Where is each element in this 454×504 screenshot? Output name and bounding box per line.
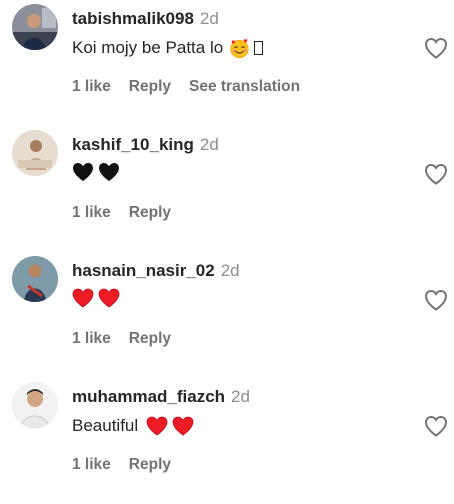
- comment-header: hasnain_nasir_02 2d: [72, 260, 240, 282]
- username[interactable]: tabishmalik098: [72, 9, 194, 28]
- likes-count[interactable]: 1 like: [72, 456, 111, 473]
- comment-actions: 1 like Reply See translation: [72, 77, 318, 97]
- heart-outline-icon[interactable]: [424, 415, 448, 437]
- red-heart-icon: [98, 288, 120, 308]
- reply-button[interactable]: Reply: [129, 78, 171, 95]
- comment-header: kashif_10_king 2d: [72, 134, 219, 156]
- timestamp: 2d: [199, 9, 219, 28]
- username[interactable]: kashif_10_king: [72, 135, 194, 154]
- avatar[interactable]: [12, 382, 58, 428]
- reply-button[interactable]: Reply: [129, 456, 171, 473]
- avatar[interactable]: [12, 130, 58, 176]
- red-heart-icon: [72, 288, 94, 308]
- comment-item: muhammad_fiazch 2d Beautiful 1 like Reply: [0, 378, 454, 504]
- comment-item: kashif_10_king 2d 1 like Reply: [0, 126, 454, 252]
- comment-header: tabishmalik098 2d: [72, 8, 219, 30]
- unsupported-glyph: [254, 41, 264, 55]
- avatar[interactable]: [12, 256, 58, 302]
- heart-outline-icon[interactable]: [424, 163, 448, 185]
- black-heart-icon: [73, 163, 93, 181]
- comment-body: Beautiful: [72, 416, 139, 435]
- smiling-face-with-hearts-icon: [230, 38, 249, 58]
- comment-text: [72, 162, 124, 182]
- red-heart-icon: [146, 416, 168, 436]
- comment-text: Beautiful: [72, 414, 198, 438]
- timestamp: 2d: [199, 135, 219, 154]
- comment-body: Koi mojy be Patta lo: [72, 38, 224, 57]
- reply-button[interactable]: Reply: [129, 204, 171, 221]
- likes-count[interactable]: 1 like: [72, 78, 111, 95]
- reply-button[interactable]: Reply: [129, 330, 171, 347]
- heart-outline-icon[interactable]: [424, 37, 448, 59]
- comment-actions: 1 like Reply: [72, 329, 189, 349]
- comment-actions: 1 like Reply: [72, 203, 189, 223]
- comment-item: tabishmalik098 2d Koi mojy be Patta lo 1 …: [0, 0, 454, 126]
- comment-header: muhammad_fiazch 2d: [72, 386, 250, 408]
- username[interactable]: muhammad_fiazch: [72, 387, 225, 406]
- timestamp: 2d: [231, 387, 250, 406]
- heart-outline-icon[interactable]: [424, 289, 448, 311]
- black-heart-icon: [99, 163, 119, 181]
- comment-text: Koi mojy be Patta lo: [72, 36, 264, 60]
- see-translation-button[interactable]: See translation: [189, 78, 300, 95]
- username[interactable]: hasnain_nasir_02: [72, 261, 215, 280]
- likes-count[interactable]: 1 like: [72, 204, 111, 221]
- red-heart-icon: [172, 416, 194, 436]
- comment-text: [72, 288, 124, 308]
- timestamp: 2d: [220, 261, 240, 280]
- comment-actions: 1 like Reply: [72, 455, 189, 475]
- comment-item: hasnain_nasir_02 2d 1 like Reply: [0, 252, 454, 378]
- likes-count[interactable]: 1 like: [72, 330, 111, 347]
- avatar[interactable]: [12, 4, 58, 50]
